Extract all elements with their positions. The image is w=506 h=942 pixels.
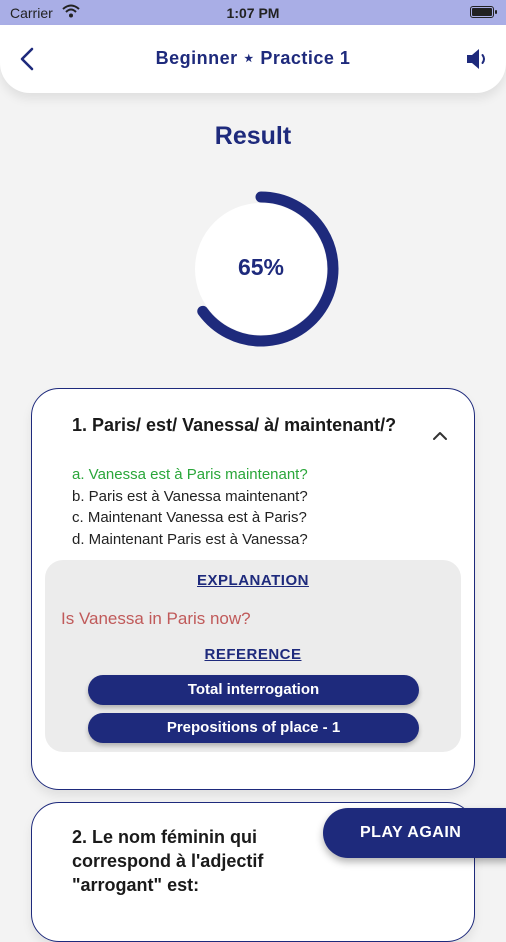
- question-card-1: 1. Paris/ est/ Vanessa/ à/ maintenant/? …: [31, 388, 475, 790]
- explanation-text: Is Vanessa in Paris now?: [61, 609, 251, 628]
- explanation-heading: EXPLANATION: [197, 572, 309, 589]
- answer-option-a: a. Vanessa est à Paris maintenant?: [72, 466, 308, 483]
- play-again-label: PLAY AGAIN: [360, 824, 462, 841]
- reference-heading: REFERENCE: [204, 646, 302, 663]
- speaker-icon: [467, 49, 485, 69]
- reference-button-prepositions-of-place[interactable]: Prepositions of place - 1: [88, 713, 419, 743]
- chevron-up-icon[interactable]: [432, 429, 448, 443]
- answer-option-b: b. Paris est à Vanessa maintenant?: [72, 487, 308, 505]
- question-text: 1. Paris/ est/ Vanessa/ à/ maintenant/?: [72, 415, 397, 435]
- play-again-button[interactable]: PLAY AGAIN: [323, 808, 506, 858]
- top-nav-bar: Beginner ⋆ Practice 1: [0, 25, 506, 93]
- answer-option-d: d. Maintenant Paris est à Vanessa?: [72, 530, 308, 548]
- score-percent: 65%: [237, 254, 285, 280]
- answer-options: a. Vanessa est à Paris maintenant? b. Pa…: [72, 464, 452, 550]
- status-time: 1:07 PM: [226, 5, 280, 21]
- answer-option-c: c. Maintenant Vanessa est à Paris?: [72, 509, 307, 526]
- sound-button[interactable]: [464, 45, 490, 73]
- status-bar: Carrier 1:07 PM: [0, 0, 506, 25]
- reference-button-total-interrogation[interactable]: Total interrogation: [88, 675, 419, 705]
- result-heading: Result: [214, 122, 292, 150]
- battery-icon: [470, 6, 497, 18]
- question-text: 2. Le nom féminin qui correspond à l'adj…: [72, 827, 264, 895]
- explanation-panel: EXPLANATION Is Vanessa in Paris now? REF…: [45, 560, 461, 752]
- page-title: Beginner ⋆ Practice 1: [155, 48, 351, 68]
